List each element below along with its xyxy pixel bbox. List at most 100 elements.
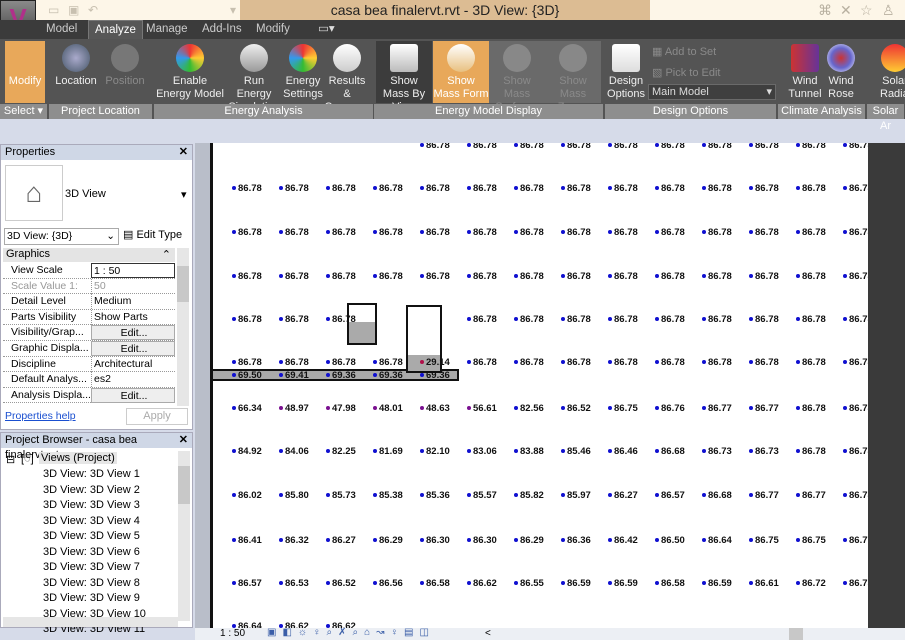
design-option-select[interactable]: Main Model ▾ bbox=[648, 84, 776, 100]
property-row[interactable]: Graphic Displa... Edit... bbox=[3, 341, 175, 357]
analysis-point: 86.78 bbox=[749, 183, 779, 194]
point-value: 86.78 bbox=[473, 271, 497, 282]
browser-item[interactable]: 3D View: 3D View 6 bbox=[43, 546, 140, 558]
ribbon-button-show-mass-surfaces[interactable]: Show Mass Surfaces bbox=[489, 41, 545, 113]
analysis-point: 86.59 bbox=[702, 578, 732, 589]
project-browser: Project Browser - casa bea finalervt.rvt… bbox=[0, 432, 193, 635]
ribbon-panel-label[interactable]: Climate Analysis bbox=[778, 104, 866, 119]
point-value: 86.78 bbox=[473, 183, 497, 194]
type-dropdown-icon[interactable]: ▾ bbox=[181, 188, 187, 201]
tab-manage[interactable]: Manage bbox=[140, 20, 194, 39]
properties-scrollbar[interactable] bbox=[177, 248, 189, 406]
open-icon[interactable]: ▭ bbox=[48, 3, 59, 17]
tab-analyze[interactable]: Analyze bbox=[88, 20, 143, 39]
qat-dropdown-icon[interactable]: ▾ bbox=[230, 3, 236, 17]
browser-scrollbar[interactable] bbox=[178, 451, 190, 621]
edit-type-button[interactable]: ▤ Edit Type bbox=[123, 228, 182, 241]
browser-item[interactable]: 3D View: 3D View 2 bbox=[43, 484, 140, 496]
undo-icon[interactable]: ↶ bbox=[88, 3, 98, 17]
ribbon-button-wind-rose[interactable]: Wind Rose bbox=[826, 41, 856, 103]
property-row[interactable]: Discipline Architectural bbox=[3, 356, 175, 373]
property-value[interactable]: es2 bbox=[91, 372, 175, 388]
view-scale[interactable]: 1 : 50 bbox=[220, 628, 245, 639]
ribbon-button-location[interactable]: Location bbox=[52, 41, 100, 103]
ribbon-button-show-mass-form[interactable]: Show Mass Form bbox=[433, 41, 489, 103]
browser-item[interactable]: 3D View: 3D View 4 bbox=[43, 515, 140, 527]
property-row[interactable]: Default Analys... es2 bbox=[3, 372, 175, 388]
view-control-icons[interactable]: ▣◧☼♀⌕✗⌕⌂↝♀▤◫ bbox=[267, 627, 435, 638]
property-row[interactable]: Detail Level Medium bbox=[3, 294, 175, 310]
property-value[interactable]: Show Parts bbox=[91, 309, 175, 325]
point-marker bbox=[514, 406, 518, 411]
property-row[interactable]: Analysis Displa... Edit... bbox=[3, 387, 175, 404]
point-marker bbox=[232, 274, 236, 279]
ribbon-panel-label[interactable]: Energy Analysis bbox=[154, 104, 374, 119]
ribbon-button-energy-settings[interactable]: Energy Settings bbox=[282, 41, 324, 103]
properties-help-link[interactable]: Properties help bbox=[5, 410, 76, 422]
apply-button[interactable]: Apply bbox=[126, 408, 188, 425]
ribbon-button-position[interactable]: Position bbox=[102, 41, 148, 103]
ribbon-button-show-mass-zones[interactable]: Show Mass Zones bbox=[545, 41, 601, 113]
ribbon-button-modify[interactable]: Modify bbox=[5, 41, 45, 103]
browser-item[interactable]: 3D View: 3D View 5 bbox=[43, 530, 140, 542]
ribbon-button-design-options[interactable]: Design Options bbox=[606, 41, 646, 103]
point-marker bbox=[655, 143, 659, 148]
property-row[interactable]: View Scale 1 : 50 bbox=[3, 263, 175, 279]
ribbon-panel-label[interactable]: Design Options bbox=[605, 104, 777, 119]
property-edit-button[interactable]: Edit... bbox=[91, 325, 175, 341]
browser-item[interactable]: 3D View: 3D View 8 bbox=[43, 577, 140, 589]
ribbon-button-enable-energy-model[interactable]: Enable Energy Model bbox=[156, 41, 224, 103]
point-value: 86.78 bbox=[661, 143, 685, 151]
collapse-icon[interactable]: ⌃ bbox=[162, 248, 171, 261]
horizontal-scrollbar-thumb[interactable] bbox=[789, 628, 803, 640]
property-row[interactable]: Visibility/Grap... Edit... bbox=[3, 325, 175, 341]
save-icon[interactable]: ▣ bbox=[68, 3, 79, 17]
tree-node-views[interactable]: Views (Project) bbox=[39, 452, 117, 464]
scroll-left-icon[interactable]: < bbox=[485, 628, 491, 639]
close-icon[interactable]: ✕ bbox=[179, 433, 188, 448]
favorites-icon[interactable]: ☆ bbox=[860, 2, 873, 19]
property-edit-button[interactable]: Edit... bbox=[91, 387, 175, 403]
close-icon[interactable]: ✕ bbox=[179, 145, 188, 160]
property-row[interactable]: Parts Visibility Show Parts bbox=[3, 309, 175, 326]
collapse-tree-icon[interactable]: ⊟ bbox=[6, 453, 15, 466]
analysis-point: 84.06 bbox=[279, 446, 309, 457]
point-marker bbox=[655, 406, 659, 411]
communication-icon[interactable]: ✕ bbox=[840, 2, 852, 19]
point-value: 86.78 bbox=[755, 143, 779, 151]
property-value[interactable]: Medium bbox=[91, 294, 175, 310]
analysis-point: 86.78 bbox=[373, 271, 403, 282]
group-graphics[interactable]: Graphics ⌃ bbox=[3, 248, 175, 262]
property-value[interactable]: Architectural bbox=[91, 356, 175, 372]
ribbon-panel-label[interactable]: Project Location bbox=[49, 104, 153, 119]
tab-modify[interactable]: Modify bbox=[250, 20, 296, 39]
tab-add-ins[interactable]: Add-Ins bbox=[196, 20, 248, 39]
ribbon-button-solar-radiat[interactable]: Solar Radiat bbox=[880, 41, 905, 103]
browser-item[interactable]: 3D View: 3D View 7 bbox=[43, 561, 140, 573]
ribbon-button-run-energy-simulation[interactable]: Run Energy Simulation bbox=[226, 41, 282, 113]
point-marker bbox=[232, 538, 236, 543]
browser-item[interactable]: 3D View: 3D View 1 bbox=[43, 468, 140, 480]
analysis-point: 86.78 bbox=[467, 271, 497, 282]
instance-selector[interactable]: 3D View: {3D} ⌄ bbox=[4, 228, 119, 245]
ribbon-panel-label[interactable]: Energy Model Display bbox=[374, 104, 604, 119]
browser-item[interactable]: 3D View: 3D View 9 bbox=[43, 592, 140, 604]
user-icon[interactable]: ♙ bbox=[882, 2, 895, 19]
3d-view-canvas[interactable]: 86.78 86.78 86.78 86.78 86.78 86.78 86.78 86.78… bbox=[210, 143, 868, 628]
tab-model[interactable]: Model bbox=[40, 20, 83, 39]
ribbon-panel-label[interactable]: Solar Ar bbox=[867, 104, 905, 132]
property-edit-button[interactable]: Edit... bbox=[91, 341, 175, 356]
property-row[interactable]: Scale Value 1: 50 bbox=[3, 278, 175, 295]
point-marker bbox=[373, 373, 377, 378]
ribbon-button-wind-tunnel[interactable]: Wind Tunnel bbox=[786, 41, 824, 103]
ribbon-button-results-compare[interactable]: Results & Compare bbox=[324, 41, 370, 113]
browser-hscrollbar[interactable] bbox=[3, 617, 178, 627]
ribbon-button-show-mass-by-view[interactable]: Show Mass By View bbox=[376, 41, 432, 113]
binoculars-icon[interactable]: ⌘ bbox=[818, 2, 832, 19]
browser-item[interactable]: 3D View: 3D View 3 bbox=[43, 499, 140, 511]
tab-options-icon[interactable]: ▭▾ bbox=[312, 20, 341, 39]
property-value[interactable]: 1 : 50 bbox=[91, 263, 175, 278]
point-value: 86.61 bbox=[755, 578, 779, 589]
ribbon-panel-label[interactable]: Select ▾ bbox=[0, 104, 48, 119]
point-value: 82.25 bbox=[332, 446, 356, 457]
